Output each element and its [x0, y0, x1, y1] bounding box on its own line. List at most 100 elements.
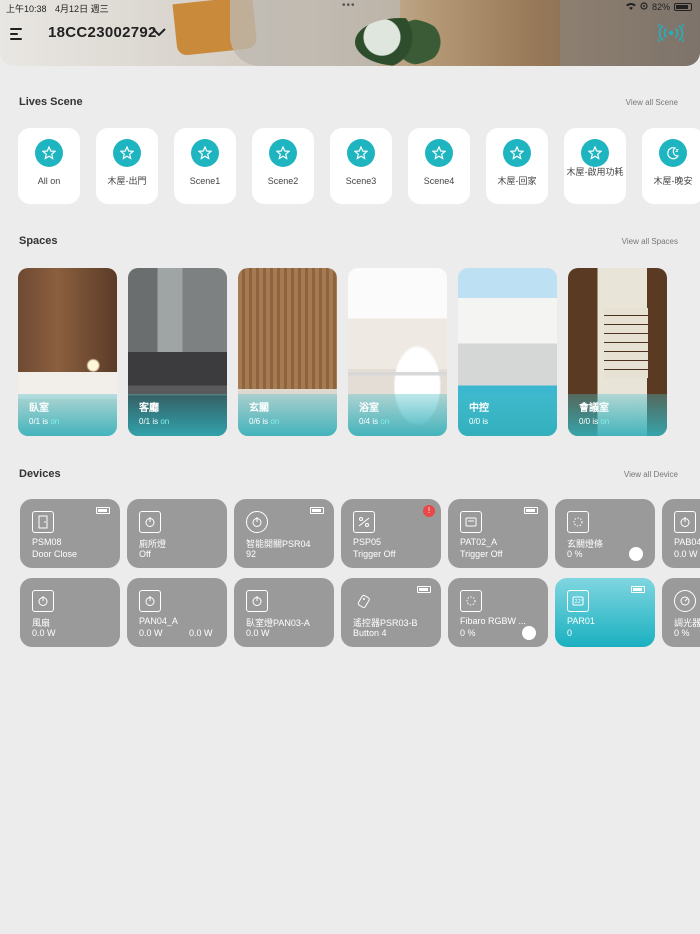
header-banner: 上午10:38 4月12日 週三 ••• 82% 18CC23002792	[0, 0, 700, 66]
scene-card[interactable]: 木屋-回家	[486, 128, 548, 204]
space-list: 臥室 0/1 is on 客廳 0/1 is on 玄關 0/6 is on 浴…	[18, 268, 667, 436]
gateway-id[interactable]: 18CC23002792	[48, 24, 157, 41]
space-status: 0/1 is on	[139, 417, 170, 426]
space-card[interactable]: 臥室 0/1 is on	[18, 268, 117, 436]
device-card[interactable]: PSM08 Door Close	[20, 499, 120, 568]
battery-icon	[310, 507, 324, 514]
device-value: Trigger Off	[353, 549, 396, 559]
menu-icon[interactable]	[10, 28, 22, 43]
device-value: Trigger Off	[460, 549, 503, 559]
device-value: 0 %	[460, 628, 476, 638]
power-icon	[246, 590, 268, 612]
scene-card[interactable]: Scene3	[330, 128, 392, 204]
scene-label: Scene1	[189, 176, 221, 186]
device-card[interactable]: PAB04 0.0 W	[662, 499, 700, 568]
dimmer-icon	[460, 590, 482, 612]
banner-plant	[355, 18, 445, 66]
space-card[interactable]: 會議室 0/0 is on	[568, 268, 667, 436]
status-bar: 上午10:38 4月12日 週三 ••• 82%	[0, 0, 700, 14]
star-icon	[503, 139, 531, 167]
star-icon	[347, 139, 375, 167]
device-card[interactable]: PAN04_A 0.0 W 0.0 W	[127, 578, 227, 647]
star-icon	[191, 139, 219, 167]
device-card[interactable]: 玄關燈條 0 %	[555, 499, 655, 568]
alert-icon[interactable]: !	[423, 505, 435, 517]
space-name: 玄關	[249, 403, 269, 414]
device-value: 92	[246, 549, 257, 559]
device-row: PSM08 Door Close 廁所燈 Off 智能開關PSR04 92 ! …	[20, 499, 700, 568]
space-status: 0/0 is on	[579, 417, 610, 426]
remote-icon	[353, 590, 375, 612]
scene-card[interactable]: Scene2	[252, 128, 314, 204]
space-name: 客廳	[139, 403, 159, 414]
star-icon	[35, 139, 63, 167]
multitask-dots-icon[interactable]: •••	[342, 0, 356, 11]
device-name: PAB04	[674, 537, 700, 547]
device-card[interactable]: 22° PAR01 0	[555, 578, 655, 647]
device-value: 0 %	[567, 549, 583, 559]
scene-label: Scene2	[267, 176, 299, 186]
scene-card[interactable]: Scene1	[174, 128, 236, 204]
scene-card[interactable]: 木屋-出門	[96, 128, 158, 204]
device-value: 0 %	[674, 628, 690, 638]
scene-list: All on 木屋-出門 Scene1 Scene2 Scene3 Scene4…	[18, 128, 700, 204]
switch-icon	[353, 511, 375, 533]
space-name: 浴室	[359, 403, 379, 414]
view-all-scene-link[interactable]: View all Scene	[626, 98, 678, 107]
power-icon	[674, 511, 696, 533]
device-value: 0.0 W	[674, 549, 698, 559]
device-name: Fibaro RGBW ...	[460, 616, 527, 626]
scene-card[interactable]: Scene4	[408, 128, 470, 204]
device-value: Button 4	[353, 628, 387, 638]
svg-text:22°: 22°	[575, 599, 584, 605]
device-card[interactable]: 風扇 0.0 W	[20, 578, 120, 647]
scene-label: 木屋-啟用功耗	[566, 167, 624, 177]
device-name: PAT02_A	[460, 537, 498, 547]
space-name: 臥室	[29, 403, 49, 414]
space-status: 0/4 is on	[359, 417, 390, 426]
device-card[interactable]: 臥室燈PAN03-A 0.0 W	[234, 578, 334, 647]
space-card[interactable]: 浴室 0/4 is on	[348, 268, 447, 436]
scene-card[interactable]: 木屋-啟用功耗	[564, 128, 626, 204]
status-time: 上午10:38	[6, 4, 47, 14]
space-card[interactable]: 客廳 0/1 is on	[128, 268, 227, 436]
space-name: 中控	[469, 403, 489, 414]
toggle-knob[interactable]	[522, 626, 536, 640]
device-card[interactable]: 智能開關PSR04 92	[234, 499, 334, 568]
device-value-secondary: 0.0 W	[189, 628, 213, 638]
battery-icon	[96, 507, 110, 514]
location-icon	[640, 2, 648, 12]
power-icon	[246, 511, 268, 533]
device-card[interactable]: 調光器 0 %	[662, 578, 700, 647]
scene-card[interactable]: 木屋-晚安	[642, 128, 700, 204]
scene-card[interactable]: All on	[18, 128, 80, 204]
scene-label: 木屋-晚安	[653, 176, 693, 186]
spaces-title: Spaces	[19, 235, 58, 247]
space-card[interactable]: 玄關 0/6 is on	[238, 268, 337, 436]
device-card[interactable]: PAT02_A Trigger Off	[448, 499, 548, 568]
battery-icon	[524, 507, 538, 514]
device-card[interactable]: Fibaro RGBW ... 0 %	[448, 578, 548, 647]
star-icon	[269, 139, 297, 167]
power-icon	[139, 511, 161, 533]
scene-label: 木屋-回家	[497, 176, 537, 186]
power-icon	[139, 590, 161, 612]
view-all-spaces-link[interactable]: View all Spaces	[622, 237, 678, 246]
toggle-knob[interactable]	[629, 547, 643, 561]
battery-icon	[674, 3, 692, 11]
device-card[interactable]: 廁所燈 Off	[127, 499, 227, 568]
power-icon	[32, 590, 54, 612]
space-status: 0/1 is on	[29, 417, 60, 426]
devices-title: Devices	[19, 468, 61, 480]
broadcast-icon[interactable]	[658, 24, 684, 42]
device-card[interactable]: 遙控器PSR03-B Button 4	[341, 578, 441, 647]
device-card[interactable]: ! PSP05 Trigger Off	[341, 499, 441, 568]
space-card[interactable]: 中控 0/0 is	[458, 268, 557, 436]
space-name: 會議室	[579, 403, 609, 414]
scene-label: Scene3	[345, 176, 377, 186]
scene-label: All on	[37, 176, 61, 186]
scene-label: Scene4	[423, 176, 455, 186]
view-all-device-link[interactable]: View all Device	[624, 470, 678, 479]
chevron-down-icon[interactable]	[151, 26, 167, 38]
device-name: PSM08	[32, 537, 62, 547]
